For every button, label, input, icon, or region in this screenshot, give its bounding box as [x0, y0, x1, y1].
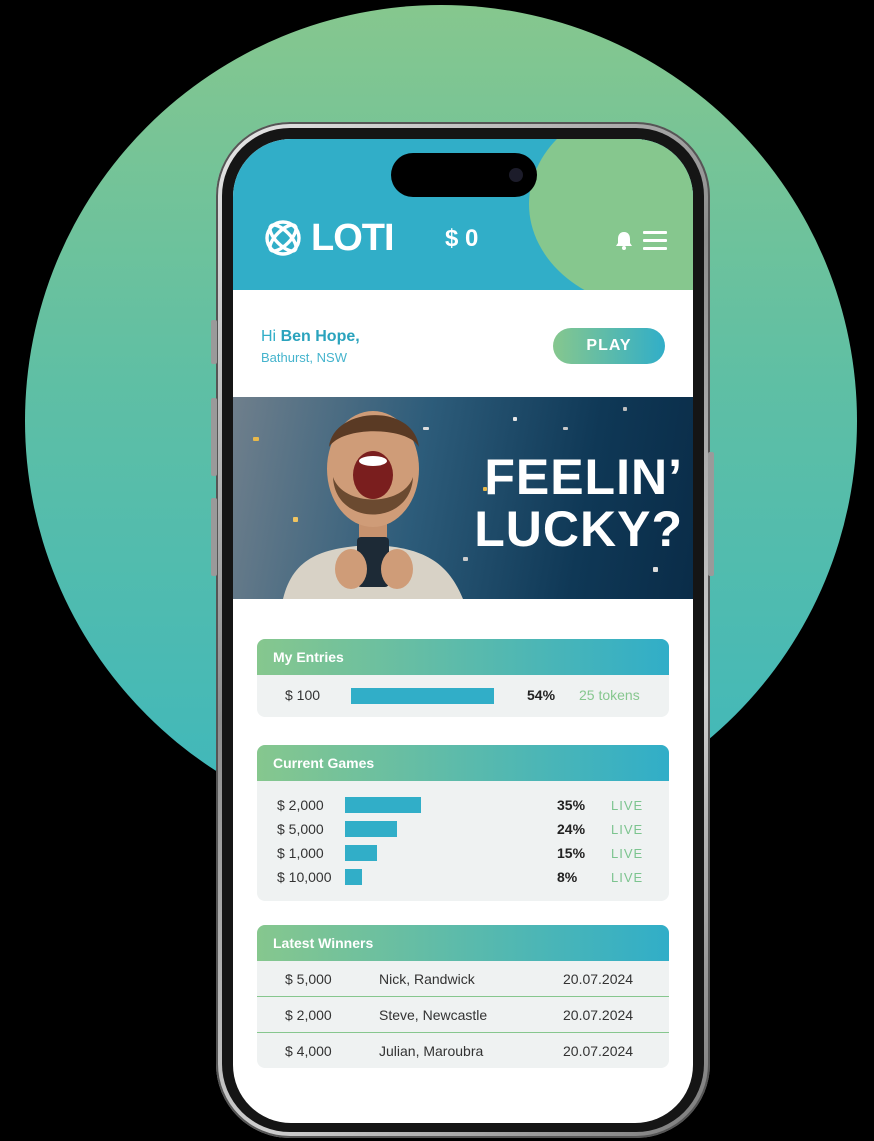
greeting-hi: Hi [261, 328, 277, 345]
hero-line-1: FEELIN’ [484, 449, 683, 505]
phone-side-button [211, 320, 217, 364]
phone-side-button [211, 498, 217, 576]
hamburger-menu-icon[interactable] [643, 231, 667, 251]
entry-progress-bar [351, 688, 494, 704]
celebrating-man-image [283, 411, 463, 599]
latest-winners-card: Latest Winners $ 5,000 Nick, Randwick 20.0… [257, 925, 669, 1068]
play-button[interactable]: PLAY [553, 328, 665, 364]
app-header: LOTI $ 0 [233, 139, 693, 290]
hero-line-2: LUCKY? [474, 501, 683, 557]
game-amount: $ 10,000 [277, 869, 332, 885]
greeting-text: Hi Ben Hope, [261, 327, 360, 347]
entry-row[interactable]: $ 100 54% 25 tokens [257, 675, 669, 717]
winner-amount: $ 5,000 [285, 971, 332, 987]
game-amount: $ 1,000 [277, 845, 324, 861]
winner-date: 20.07.2024 [563, 1043, 634, 1059]
balance-display[interactable]: $ 0 [445, 225, 478, 253]
hero-headline: FEELIN’ LUCKY? [447, 451, 683, 555]
phone-side-button [211, 398, 217, 476]
winner-name: Steve, Newcastle [379, 1007, 488, 1023]
phone-screen: LOTI $ 0 Hi Ben Hope, Bathurst, NSW PLAY [233, 139, 693, 1123]
game-status-live: LIVE [611, 822, 644, 837]
clover-logo-icon [265, 220, 301, 256]
dynamic-island [391, 153, 537, 197]
phone-side-button [708, 452, 714, 576]
entry-percent: 54% [527, 687, 556, 703]
game-progress-bar [345, 869, 362, 885]
my-entries-title: My Entries [257, 639, 669, 675]
game-row[interactable]: $ 1,000 15% LIVE [257, 843, 669, 865]
latest-winners-title: Latest Winners [257, 925, 669, 961]
game-amount: $ 5,000 [277, 821, 324, 837]
winner-row[interactable]: $ 4,000 Julian, Maroubra 20.07.2024 [257, 1033, 669, 1068]
hero-banner[interactable]: FEELIN’ LUCKY? [233, 397, 693, 599]
game-progress-bar [345, 797, 421, 813]
balance-value: $ 0 [445, 225, 479, 252]
bell-icon[interactable] [613, 229, 635, 251]
winner-amount: $ 2,000 [285, 1007, 332, 1023]
winner-date: 20.07.2024 [563, 1007, 634, 1023]
winner-row[interactable]: $ 5,000 Nick, Randwick 20.07.2024 [257, 961, 669, 997]
logo-text: LOTI [311, 217, 395, 259]
loti-logo[interactable]: LOTI [261, 217, 395, 259]
game-status-live: LIVE [611, 798, 644, 813]
winner-amount: $ 4,000 [285, 1043, 332, 1059]
current-games-card: Current Games $ 2,000 35% LIVE $ 5,000 24% LI… [257, 745, 669, 901]
entry-amount: $ 100 [285, 687, 321, 703]
winner-name: Julian, Maroubra [379, 1043, 484, 1059]
user-location: Bathurst, NSW [261, 350, 347, 365]
game-row[interactable]: $ 5,000 24% LIVE [257, 819, 669, 841]
winner-date: 20.07.2024 [563, 971, 634, 987]
game-progress-bar [345, 845, 377, 861]
my-entries-card: My Entries $ 100 54% 25 tokens [257, 639, 669, 717]
game-row[interactable]: $ 2,000 35% LIVE [257, 795, 669, 817]
entry-tokens: 25 tokens [579, 687, 640, 703]
winner-name: Nick, Randwick [379, 971, 475, 987]
game-progress-bar [345, 821, 397, 837]
user-name: Ben Hope, [280, 328, 360, 345]
game-row[interactable]: $ 10,000 8% LIVE [257, 867, 669, 889]
game-status-live: LIVE [611, 870, 644, 885]
game-status-live: LIVE [611, 846, 644, 861]
game-percent: 15% [557, 845, 586, 861]
game-percent: 8% [557, 869, 578, 885]
game-percent: 35% [557, 797, 586, 813]
winner-row[interactable]: $ 2,000 Steve, Newcastle 20.07.2024 [257, 997, 669, 1033]
game-amount: $ 2,000 [277, 797, 324, 813]
current-games-title: Current Games [257, 745, 669, 781]
game-percent: 24% [557, 821, 586, 837]
